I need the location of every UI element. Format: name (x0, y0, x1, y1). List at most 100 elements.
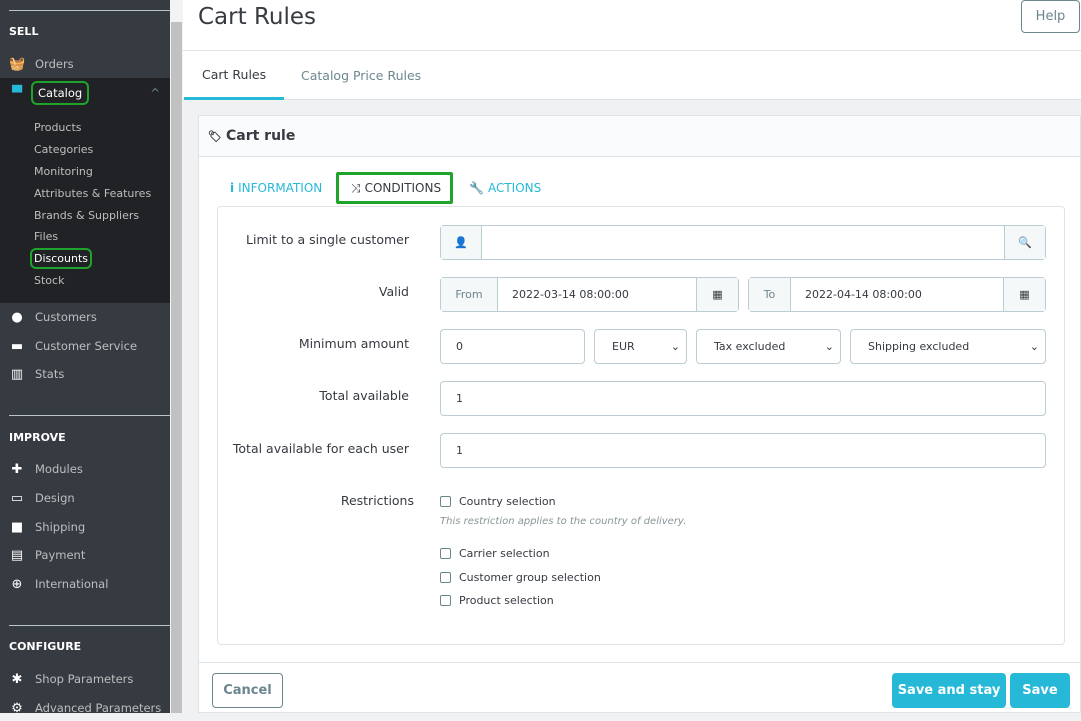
label: Payment (35, 548, 86, 562)
label: Customers (35, 310, 97, 324)
puzzle-icon: ✚ (11, 461, 23, 477)
sidebar-item-payment[interactable]: ▤ Payment (0, 542, 170, 568)
checkbox[interactable] (440, 595, 451, 606)
country-hint: This restriction applies to the country … (440, 516, 687, 527)
info-icon: i (230, 181, 235, 195)
valid-label: Valid (378, 284, 409, 299)
sidebar-item-stats[interactable]: ▥ Stats (0, 361, 170, 387)
from-date-input[interactable]: 2022-03-14 08:00:00 (498, 288, 696, 301)
tag-icon: 🏷 (208, 129, 222, 143)
divider (9, 625, 170, 626)
chevron-down-icon: ⌄ (824, 340, 834, 353)
label: Shipping (35, 520, 86, 534)
chat-icon: ▬ (10, 338, 24, 354)
globe-icon: ⊕ (11, 576, 23, 592)
sidebar-item-shop-parameters[interactable]: ✱ Shop Parameters (0, 666, 170, 692)
sidebar-item-orders[interactable]: 🧺 Orders (0, 51, 170, 77)
calendar-icon[interactable]: ▦ (1003, 278, 1045, 311)
value: Shipping excluded (868, 340, 970, 353)
sidebar-item-international[interactable]: ⊕ International (0, 571, 170, 597)
chevron-up-icon: ^ (150, 86, 160, 100)
per-user-label: Total available for each user (232, 441, 409, 456)
sidebar-item-customers[interactable]: ● Customers (0, 304, 170, 330)
chevron-down-icon: ⌄ (1029, 340, 1039, 353)
to-date-input[interactable]: 2022-04-14 08:00:00 (791, 288, 1003, 301)
conditions-form (217, 206, 1065, 645)
label: Customer group selection (459, 571, 601, 584)
sidebar-item-catalog[interactable]: ▀ Catalog ^ (0, 80, 170, 106)
country-selection-checkbox[interactable]: Country selection (440, 495, 556, 508)
tab-actions[interactable]: 🔧 ACTIONS (457, 172, 553, 204)
restrictions-label: Restrictions (340, 493, 414, 508)
cancel-button[interactable]: Cancel (212, 673, 283, 708)
customer-search-field: 👤 🔍 (440, 225, 1046, 260)
sidebar-item-customer-service[interactable]: ▬ Customer Service (0, 333, 170, 359)
sidebar-item-monitoring[interactable]: Monitoring (34, 165, 93, 178)
panel-title: Cart rule (225, 128, 296, 144)
minimum-amount-input[interactable]: 0 (440, 329, 585, 364)
sidebar-item-advanced-parameters[interactable]: ⚙ Advanced Parameters (0, 695, 170, 721)
sidebar-item-stock[interactable]: Stock (34, 274, 64, 287)
carrier-selection-checkbox[interactable]: Carrier selection (440, 547, 550, 560)
sidebar-item-files[interactable]: Files (34, 230, 58, 243)
panel-header: 🏷 Cart rule (199, 116, 1080, 157)
save-and-stay-button[interactable]: Save and stay (892, 673, 1006, 708)
valid-to-field: To 2022-04-14 08:00:00 ▦ (748, 277, 1046, 312)
search-icon[interactable]: 🔍 (1004, 226, 1045, 259)
customer-input[interactable] (482, 226, 1004, 259)
chevron-down-icon: ⌄ (670, 340, 680, 353)
sidebar-item-categories[interactable]: Categories (34, 143, 93, 156)
tax-select[interactable]: Tax excluded ⌄ (696, 329, 841, 364)
page-title: Cart Rules (198, 4, 316, 30)
tab-conditions[interactable]: ⤨ CONDITIONS (336, 172, 453, 204)
save-button[interactable]: Save (1010, 673, 1070, 708)
tab-catalog-price-rules[interactable]: Catalog Price Rules (283, 51, 439, 100)
gear-icon: ✱ (11, 671, 23, 687)
sidebar-item-products[interactable]: Products (34, 121, 82, 134)
label: INFORMATION (238, 181, 323, 195)
currency-select[interactable]: EUR ⌄ (594, 329, 687, 364)
tab-cart-rules[interactable]: Cart Rules (184, 51, 285, 100)
label: Stats (35, 367, 65, 381)
sidebar-item-brands[interactable]: Brands & Suppliers (34, 209, 139, 222)
product-selection-checkbox[interactable]: Product selection (440, 594, 554, 607)
monitor-icon: ▭ (10, 490, 24, 506)
sidebar-item-attributes[interactable]: Attributes & Features (34, 187, 151, 200)
from-label: From (441, 278, 498, 311)
label: International (35, 577, 109, 591)
scrollbar-thumb[interactable] (171, 22, 182, 713)
to-label: To (749, 278, 791, 311)
label: Country selection (459, 495, 556, 508)
label: Customer Service (35, 339, 138, 353)
sidebar-item-discounts[interactable]: Discounts (29, 248, 93, 269)
store-icon: ▀ (12, 85, 22, 101)
sidebar-item-modules[interactable]: ✚ Modules (0, 456, 170, 482)
shipping-select[interactable]: Shipping excluded ⌄ (850, 329, 1046, 364)
checkbox[interactable] (440, 496, 451, 507)
checkbox[interactable] (440, 548, 451, 559)
sidebar-scrollbar[interactable] (170, 0, 183, 713)
credit-card-icon: ▤ (10, 547, 24, 563)
total-available-input[interactable]: 1 (440, 381, 1046, 416)
section-sell: SELL (9, 25, 39, 38)
chart-icon: ▥ (10, 366, 24, 382)
value: Tax excluded (714, 340, 786, 353)
help-button[interactable]: Help (1021, 0, 1080, 33)
customer-group-selection-checkbox[interactable]: Customer group selection (440, 571, 601, 584)
sidebar-item-design[interactable]: ▭ Design (0, 485, 170, 511)
section-configure: CONFIGURE (9, 640, 82, 653)
sidebar-item-shipping[interactable]: ■ Shipping (0, 514, 170, 540)
gear-box-icon: ⚙ (11, 700, 23, 716)
page-header: Cart Rules Help Cart Rules Catalog Price… (183, 0, 1081, 100)
per-user-input[interactable]: 1 (440, 433, 1046, 468)
label: Catalog (30, 81, 90, 105)
truck-icon: ■ (10, 519, 24, 535)
divider (198, 662, 1081, 663)
label: Product selection (459, 594, 554, 607)
valid-from-field: From 2022-03-14 08:00:00 ▦ (440, 277, 739, 312)
minimum-amount-label: Minimum amount (298, 336, 409, 351)
tab-information[interactable]: i INFORMATION (218, 172, 334, 204)
label: CONDITIONS (364, 181, 442, 195)
checkbox[interactable] (440, 572, 451, 583)
calendar-icon[interactable]: ▦ (696, 278, 738, 311)
